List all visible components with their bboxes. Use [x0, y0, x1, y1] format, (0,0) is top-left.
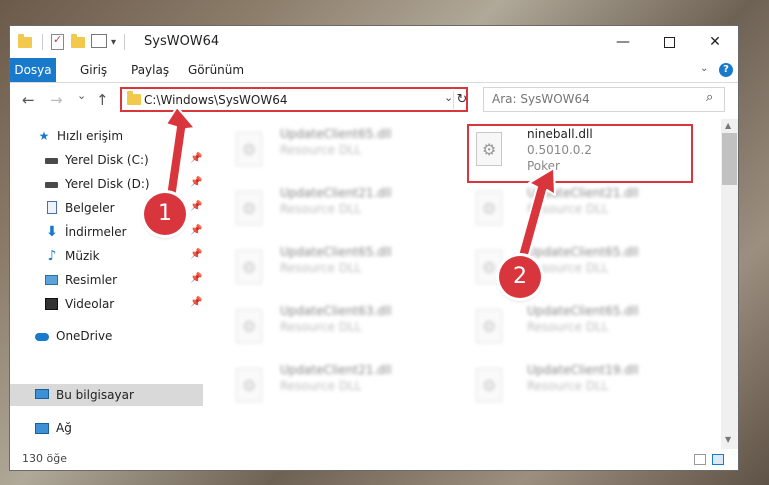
arrow-2	[516, 167, 556, 263]
step-badge-1: 1	[144, 193, 186, 235]
arrow-1	[165, 106, 196, 199]
annotation-arrows	[165, 106, 556, 263]
step-badge-2: 2	[499, 256, 541, 298]
